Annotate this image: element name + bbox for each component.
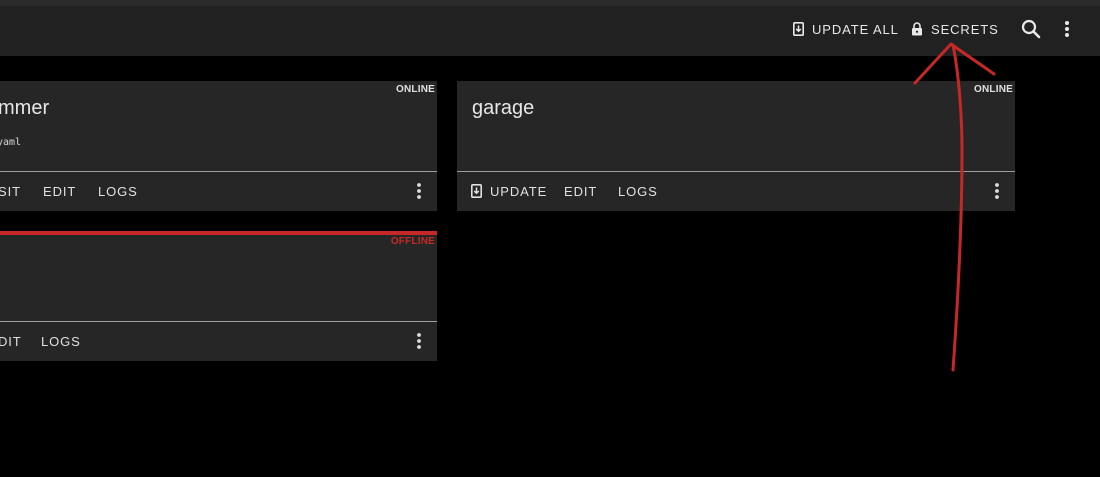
edit-button[interactable]: DIT (0, 322, 22, 360)
lock-icon (912, 22, 922, 36)
secrets-button[interactable]: SECRETS (911, 17, 999, 41)
more-vert-icon (995, 183, 999, 199)
logs-button[interactable]: LOGS (618, 172, 658, 210)
more-vert-icon (417, 183, 421, 199)
card-actions: SIT EDIT LOGS (0, 172, 437, 210)
card-menu-button[interactable] (409, 181, 429, 201)
device-name: garage (472, 97, 535, 119)
device-config-file: yaml (0, 137, 22, 148)
logs-button[interactable]: LOGS (41, 322, 81, 360)
top-strip (0, 0, 1100, 6)
more-vert-icon (1065, 21, 1069, 37)
update-icon (793, 22, 804, 36)
status-badge: ONLINE (974, 84, 1013, 95)
app-bar: UPDATE ALL SECRETS (0, 0, 1100, 56)
device-card: ONLINE garage UPDATE EDIT LOGS (457, 81, 1015, 211)
search-icon (1021, 19, 1041, 39)
search-button[interactable] (1019, 16, 1043, 42)
card-menu-button[interactable] (409, 331, 429, 351)
update-icon (471, 184, 482, 198)
card-actions: DIT LOGS (0, 322, 437, 360)
update-all-button[interactable]: UPDATE ALL (793, 17, 899, 41)
device-name: mmer (0, 97, 50, 119)
secrets-label: SECRETS (931, 21, 999, 37)
visit-button[interactable]: SIT (0, 172, 21, 210)
edit-button[interactable]: EDIT (564, 172, 597, 210)
offline-indicator-bar (0, 231, 437, 235)
device-card: OFFLINE DIT LOGS (0, 231, 437, 361)
edit-button[interactable]: EDIT (43, 172, 76, 210)
device-card: ONLINE mmer yaml SIT EDIT LOGS (0, 81, 437, 211)
card-menu-button[interactable] (987, 181, 1007, 201)
update-all-label: UPDATE ALL (812, 21, 899, 37)
more-vert-icon (417, 333, 421, 349)
status-badge: OFFLINE (390, 236, 435, 247)
status-badge: ONLINE (396, 84, 435, 95)
update-label: UPDATE (490, 183, 548, 199)
update-button[interactable]: UPDATE (471, 172, 547, 210)
card-actions: UPDATE EDIT LOGS (457, 172, 1015, 210)
more-options-button[interactable] (1055, 16, 1079, 42)
logs-button[interactable]: LOGS (98, 172, 138, 210)
